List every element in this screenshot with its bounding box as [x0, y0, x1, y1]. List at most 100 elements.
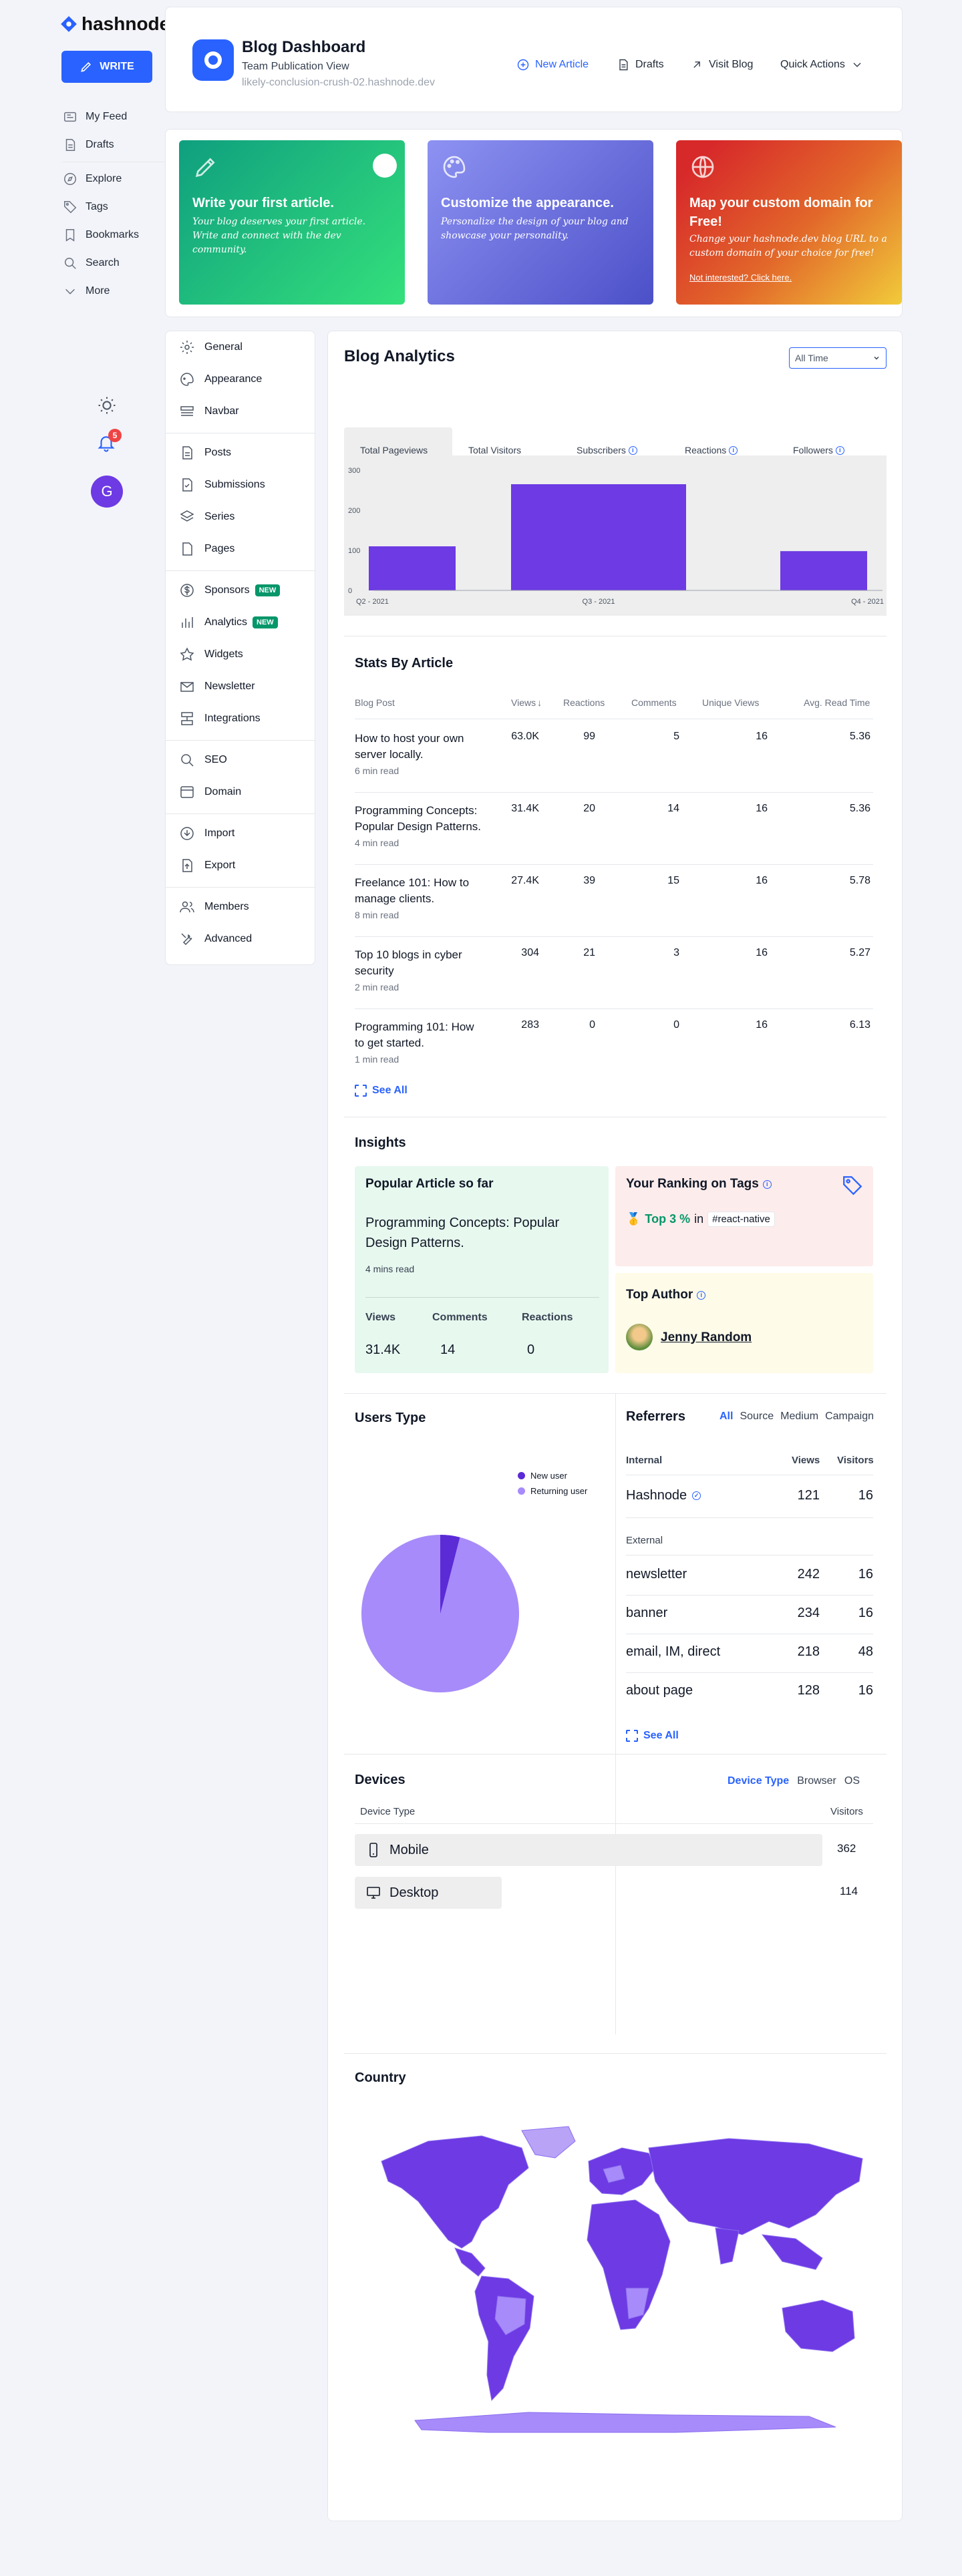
settings-item-label: Newsletter: [204, 681, 255, 692]
settings-item-widgets[interactable]: Widgets: [179, 647, 243, 663]
info-icon[interactable]: i: [729, 445, 738, 455]
author-avatar[interactable]: [626, 1324, 653, 1350]
referrer-name: Hashnode: [626, 1488, 687, 1503]
device-row-desktop[interactable]: Desktop: [355, 1877, 502, 1909]
top-author-name[interactable]: Jenny Random: [661, 1330, 752, 1345]
article-title[interactable]: Programming 101: How to get started.: [355, 1019, 482, 1051]
see-all-referrers-link[interactable]: See All: [626, 1730, 679, 1742]
settings-item-analytics[interactable]: Analytics NEW: [179, 614, 278, 630]
search-icon: [64, 257, 76, 269]
rail-item-search[interactable]: Search: [63, 249, 170, 277]
tab-browser[interactable]: Browser: [797, 1775, 836, 1787]
referrer-row-external[interactable]: newsletter 242 16: [626, 1567, 873, 1587]
view-subtitle: Team Publication View: [242, 61, 349, 72]
article-reactions: 99: [583, 731, 595, 742]
quick-actions-dropdown[interactable]: Quick Actions: [780, 58, 864, 71]
settings-item-general[interactable]: General: [179, 339, 243, 355]
chart-bar-2[interactable]: [511, 484, 686, 590]
pen-icon: [81, 61, 92, 72]
referrer-visitors: 48: [858, 1644, 873, 1659]
settings-item-domain[interactable]: Domain: [179, 784, 241, 800]
article-row[interactable]: How to host your own server locally. 6 m…: [355, 731, 873, 791]
col-views-sortable[interactable]: Views ↓: [511, 697, 542, 708]
date-range-select[interactable]: All Time: [789, 347, 887, 369]
new-article-button[interactable]: New Article: [516, 58, 589, 71]
tab-os[interactable]: OS: [844, 1775, 860, 1787]
settings-item-export[interactable]: Export: [179, 858, 235, 874]
devices-col-type: Device Type: [360, 1806, 416, 1817]
notifications-button[interactable]: 5: [96, 429, 122, 455]
chart-bar-3[interactable]: [780, 551, 867, 590]
tab-all[interactable]: All: [719, 1411, 733, 1423]
article-title[interactable]: Freelance 101: How to manage clients.: [355, 875, 482, 907]
analytics-panel: Blog Analytics All Time Total Pageviews …: [327, 331, 903, 2521]
info-icon[interactable]: i: [835, 445, 844, 455]
tab-campaign[interactable]: Campaign: [825, 1411, 874, 1423]
settings-item-members[interactable]: Members: [179, 899, 249, 915]
settings-item-pages[interactable]: Pages: [179, 541, 234, 557]
rail-item-explore[interactable]: Explore: [63, 165, 170, 193]
avatar[interactable]: G: [91, 476, 123, 508]
info-icon[interactable]: i: [762, 1179, 772, 1189]
col-blog-post: Blog Post: [355, 697, 395, 708]
promo-card-appearance[interactable]: Customize the appearance. Personalize th…: [428, 140, 653, 305]
country-world-map[interactable]: [355, 2121, 883, 2442]
article-title[interactable]: How to host your own server locally.: [355, 731, 482, 763]
settings-item-newsletter[interactable]: Newsletter: [179, 679, 255, 695]
settings-item-seo[interactable]: SEO: [179, 752, 227, 768]
rail-item-tags[interactable]: Tags: [63, 193, 170, 221]
settings-item-integrations[interactable]: Integrations: [179, 711, 261, 727]
article-unique-views: 16: [756, 875, 768, 886]
rail-item-my-feed[interactable]: My Feed: [63, 103, 170, 131]
settings-item-sponsors[interactable]: Sponsors NEW: [179, 582, 281, 598]
tab-source[interactable]: Source: [740, 1411, 774, 1423]
device-row-mobile[interactable]: Mobile: [355, 1834, 822, 1866]
tag-ranking-card[interactable]: Your Ranking on Tags i 🥇 Top 3 % in #reac…: [615, 1166, 873, 1266]
settings-item-import[interactable]: Import: [179, 825, 234, 842]
referrer-row-internal[interactable]: Hashnode ✓ 121 16: [626, 1488, 873, 1508]
settings-item-series[interactable]: Series: [179, 509, 234, 525]
info-icon[interactable]: i: [628, 445, 637, 455]
promo-card-domain[interactable]: Map your custom domain for Free! Change …: [676, 140, 902, 305]
see-all-articles-link[interactable]: See All: [355, 1085, 408, 1097]
settings-item-appearance[interactable]: Appearance: [179, 371, 262, 387]
top-author-card[interactable]: Top Author i Jenny Random: [615, 1273, 873, 1373]
ranking-tag-chip[interactable]: #react-native: [707, 1212, 775, 1227]
promo-card-write[interactable]: Write your first article. Your blog dese…: [179, 140, 405, 305]
settings-item-navbar[interactable]: Navbar: [179, 403, 239, 419]
write-button[interactable]: WRITE: [61, 51, 152, 83]
rail-item-more[interactable]: More: [63, 277, 170, 305]
referrer-row-external[interactable]: email, IM, direct 218 48: [626, 1644, 873, 1664]
popular-article-read-time: 4 mins read: [365, 1264, 415, 1274]
settings-item-advanced[interactable]: Advanced: [179, 931, 252, 947]
chart-bar-1[interactable]: [369, 546, 456, 590]
tab-medium[interactable]: Medium: [780, 1411, 818, 1423]
not-interested-link[interactable]: Not interested? Click here.: [689, 272, 792, 283]
article-row[interactable]: Top 10 blogs in cyber security 2 min rea…: [355, 947, 873, 1007]
blog-logo-icon: [192, 39, 234, 81]
verified-icon: ✓: [692, 1491, 701, 1500]
settings-item-label: Navbar: [204, 405, 239, 417]
theme-toggle-sun-icon[interactable]: [97, 395, 117, 415]
article-row[interactable]: Programming Concepts: Popular Design Pat…: [355, 803, 873, 863]
rail-item-bookmarks[interactable]: Bookmarks: [63, 221, 170, 249]
article-row[interactable]: Programming 101: How to get started. 1 m…: [355, 1019, 873, 1079]
tab-device-type[interactable]: Device Type: [728, 1775, 789, 1787]
settings-item-submissions[interactable]: Submissions: [179, 477, 265, 493]
settings-item-posts[interactable]: Posts: [179, 445, 231, 461]
visit-blog-button[interactable]: Visit Blog: [690, 58, 753, 71]
referrers-title: Referrers: [626, 1409, 685, 1424]
hashnode-logo[interactable]: hashnode: [60, 13, 170, 35]
drafts-button[interactable]: Drafts: [617, 58, 664, 71]
article-table-header: Blog Post Views ↓ Reactions Comments Uniq…: [355, 697, 873, 711]
article-title[interactable]: Programming Concepts: Popular Design Pat…: [355, 803, 482, 835]
article-row[interactable]: Freelance 101: How to manage clients. 8 …: [355, 875, 873, 935]
info-icon[interactable]: i: [697, 1290, 706, 1300]
pageviews-chart: 0 100 200 300 Q2 - 2021 Q3 - 2021 Q4 - 2021: [344, 455, 887, 616]
referrer-row-external[interactable]: banner 234 16: [626, 1606, 873, 1626]
referrer-row-external[interactable]: about page 128 16: [626, 1683, 873, 1703]
popular-article-card[interactable]: Popular Article so far Programming Conce…: [355, 1166, 609, 1373]
article-title[interactable]: Top 10 blogs in cyber security: [355, 947, 482, 979]
section-divider: [344, 1754, 887, 1755]
rail-item-drafts[interactable]: Drafts: [63, 131, 170, 159]
